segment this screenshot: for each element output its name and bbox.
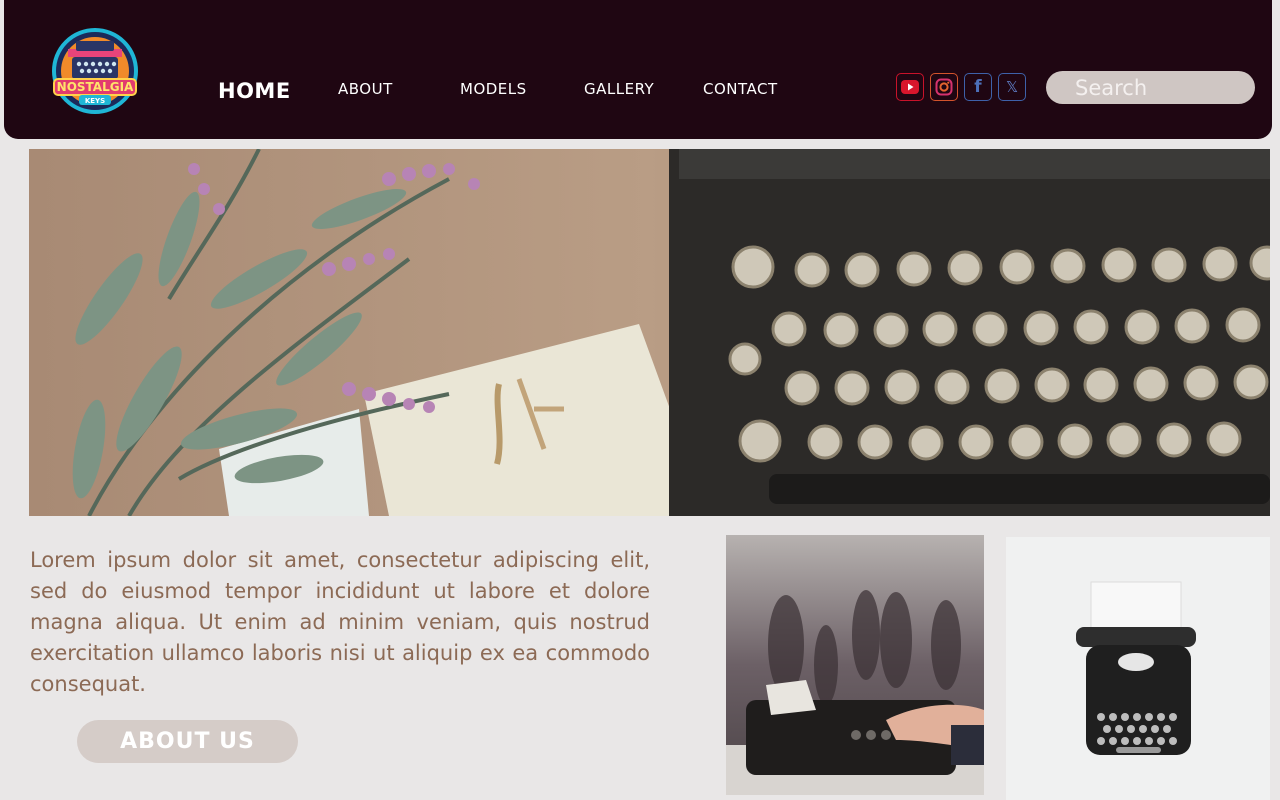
svg-text:KEYS: KEYS [85,97,105,105]
hero-image [29,149,1270,516]
site-header: NOSTALGIA KEYS HOME ABOUT MODELS GALLERY… [4,0,1272,139]
facebook-icon[interactable]: f [964,73,992,101]
search-input[interactable] [1046,71,1255,104]
nav-about[interactable]: ABOUT [338,80,393,98]
nav-home[interactable]: HOME [218,79,291,103]
nav-contact[interactable]: CONTACT [703,80,778,98]
typewriter-topview-photo [1006,537,1270,800]
nostalgia-keys-logo[interactable]: NOSTALGIA KEYS [46,27,144,117]
svg-text:NOSTALGIA: NOSTALGIA [57,80,134,94]
facebook-glyph: f [974,77,982,97]
x-glyph: 𝕏 [1005,78,1019,96]
nav-models[interactable]: MODELS [460,80,527,98]
nav-gallery[interactable]: GALLERY [584,80,654,98]
typing-photo [726,535,984,795]
instagram-icon[interactable] [930,73,958,101]
about-us-button[interactable]: ABOUT US [77,720,298,763]
intro-paragraph: Lorem ipsum dolor sit amet, consectetur … [30,548,650,696]
youtube-icon[interactable] [896,73,924,101]
x-icon[interactable]: 𝕏 [998,73,1026,101]
